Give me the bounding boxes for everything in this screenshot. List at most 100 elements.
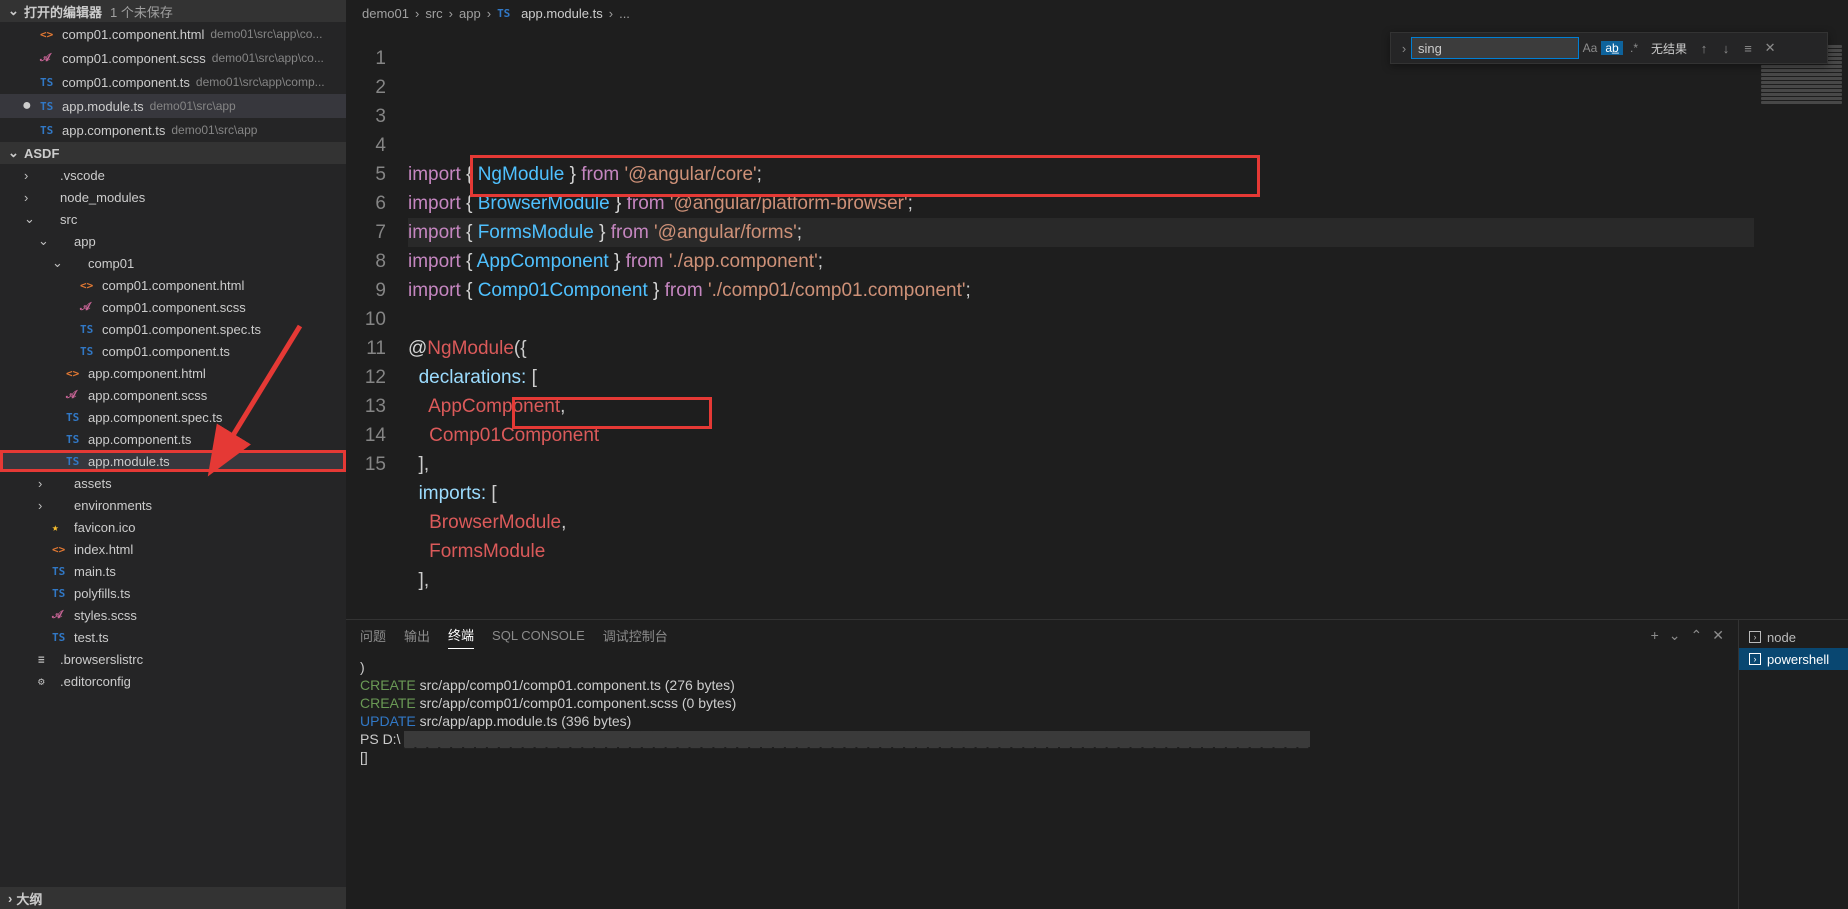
terminal-list-item[interactable]: › node [1739,626,1848,648]
breadcrumbs[interactable]: demo01 › src › app › TS app.module.ts › … [346,0,1848,26]
file-icon: 𝒜 [40,51,56,65]
file-name: app.module.ts [62,99,144,114]
file-name: src [60,212,77,227]
panel-close-icon[interactable]: ✕ [1712,627,1724,644]
tree-item[interactable]: ⚙.editorconfig [0,670,346,692]
find-widget: › Aa ab̲ .* 无结果 ↑ ↓ ≡ ✕ [1390,32,1828,64]
open-editor-item[interactable]: TSapp.component.tsdemo01\src\app [0,118,346,142]
tree-item[interactable]: 𝒜comp01.component.scss [0,296,346,318]
terminal-list-item[interactable]: › powershell [1739,648,1848,670]
tree-item[interactable]: ›assets [0,472,346,494]
tree-item[interactable]: ›.vscode [0,164,346,186]
main: demo01 › src › app › TS app.module.ts › … [346,0,1848,909]
file-name: app.component.ts [62,123,165,138]
tree-item[interactable]: TSmain.ts [0,560,346,582]
breadcrumb-file[interactable]: app.module.ts [521,6,603,21]
find-input[interactable] [1411,37,1579,59]
open-editors-header[interactable]: ⌄ 打开的编辑器 1 个未保存 [0,0,346,22]
find-next-icon[interactable]: ↓ [1715,41,1737,56]
explorer-header[interactable]: ⌄ ASDF [0,142,346,164]
find-regex-toggle[interactable]: .* [1623,41,1645,55]
chevron-down-icon: ⌄ [8,3,20,19]
panel-tab-output[interactable]: 输出 [404,622,430,649]
panel-tab-problems[interactable]: 问题 [360,622,386,649]
file-path: demo01\src\app\co... [210,27,322,41]
panel-dropdown-icon[interactable]: ⌄ [1669,627,1681,644]
find-whole-word-toggle[interactable]: ab̲ [1601,41,1623,55]
tree-item[interactable]: ★favicon.ico [0,516,346,538]
outline-header[interactable]: › 大纲 [0,887,346,909]
code-editor[interactable]: 123456789101112131415 import { NgModule … [346,26,1848,619]
tree-item[interactable]: ›environments [0,494,346,516]
tree-item[interactable]: TSpolyfills.ts [0,582,346,604]
file-icon: <> [52,543,68,556]
terminal[interactable]: )CREATE src/app/comp01/comp01.component.… [346,650,1738,909]
tree-item[interactable]: TSapp.component.ts [0,428,346,450]
tree-item[interactable]: ≡.browserslistrc [0,648,346,670]
chevron-icon: ⌄ [38,233,52,249]
breadcrumb-seg[interactable]: app [459,6,481,21]
file-icon: 𝒜 [66,388,82,402]
panel-tab-terminal[interactable]: 终端 [448,621,474,649]
chevron-icon: › [24,168,38,183]
find-selection-icon[interactable]: ≡ [1737,41,1759,56]
tree-item[interactable]: 𝒜app.component.scss [0,384,346,406]
open-editors-title: 打开的编辑器 [24,2,102,21]
editor-area: demo01 › src › app › TS app.module.ts › … [346,0,1848,909]
terminal-side-list: › node › powershell [1738,620,1848,909]
file-tree: ›.vscode›node_modules⌄src⌄app⌄comp01<>co… [0,164,346,692]
open-editor-item[interactable]: <>comp01.component.htmldemo01\src\app\co… [0,22,346,46]
open-editor-item[interactable]: 𝒜comp01.component.scssdemo01\src\app\co.… [0,46,346,70]
terminal-icon: › [1749,653,1761,665]
file-icon: 𝒜 [80,300,96,314]
panel-left: 问题 输出 终端 SQL CONSOLE 调试控制台 + ⌄ ⌃ ✕ )CREA… [346,620,1738,909]
chevron-icon: › [38,476,52,491]
tree-item[interactable]: <>comp01.component.html [0,274,346,296]
open-editors-list: <>comp01.component.htmldemo01\src\app\co… [0,22,346,142]
file-name: app.component.html [88,366,206,381]
find-close-icon[interactable]: ✕ [1759,40,1781,56]
tree-item[interactable]: <>index.html [0,538,346,560]
open-editor-item[interactable]: ●TSapp.module.tsdemo01\src\app [0,94,346,118]
open-editor-item[interactable]: TScomp01.component.tsdemo01\src\app\comp… [0,70,346,94]
breadcrumb-seg[interactable]: demo01 [362,6,409,21]
file-name: app.module.ts [88,454,170,469]
file-icon: TS [66,433,82,446]
tree-item[interactable]: TStest.ts [0,626,346,648]
tree-item[interactable]: ›node_modules [0,186,346,208]
find-case-toggle[interactable]: Aa [1579,41,1601,55]
tree-item[interactable]: TSapp.component.spec.ts [0,406,346,428]
panel-tab-sqlconsole[interactable]: SQL CONSOLE [492,624,585,647]
tree-item[interactable]: ⌄src [0,208,346,230]
file-name: test.ts [74,630,109,645]
tree-item[interactable]: TSapp.module.ts [0,450,346,472]
tree-item[interactable]: 𝒜styles.scss [0,604,346,626]
tree-item[interactable]: <>app.component.html [0,362,346,384]
breadcrumb-seg[interactable]: src [425,6,442,21]
find-expand-icon[interactable]: › [1397,41,1411,56]
file-icon: ⚙ [38,675,54,688]
breadcrumb-sep: › [449,6,453,21]
minimap[interactable] [1754,26,1848,619]
panel-tab-debugconsole[interactable]: 调试控制台 [603,622,668,649]
file-icon: TS [80,323,96,336]
file-name: app.component.scss [88,388,207,403]
open-editors-info: 1 个未保存 [110,2,173,21]
code[interactable]: import { NgModule } from '@angular/core'… [408,26,1754,619]
tree-item[interactable]: TScomp01.component.ts [0,340,346,362]
panel-maximize-icon[interactable]: ⌃ [1691,627,1703,644]
breadcrumb-more[interactable]: ... [619,6,630,21]
chevron-down-icon: ⌄ [8,145,20,161]
file-icon: TS [40,100,56,113]
file-name: styles.scss [74,608,137,623]
file-name: comp01.component.spec.ts [102,322,261,337]
explorer-title: ASDF [24,146,59,161]
terminal-label: node [1767,630,1796,645]
find-prev-icon[interactable]: ↑ [1693,41,1715,56]
tree-item[interactable]: ⌄comp01 [0,252,346,274]
tree-item[interactable]: ⌄app [0,230,346,252]
tree-item[interactable]: TS comp01.component.spec.ts [0,318,346,340]
file-name: app.component.spec.ts [88,410,222,425]
panel: 问题 输出 终端 SQL CONSOLE 调试控制台 + ⌄ ⌃ ✕ )CREA… [346,619,1848,909]
panel-add-icon[interactable]: + [1651,627,1659,644]
